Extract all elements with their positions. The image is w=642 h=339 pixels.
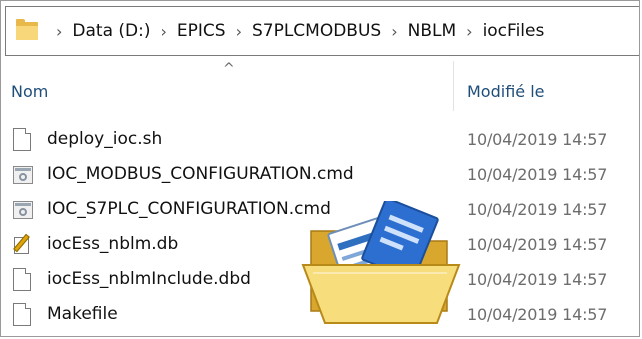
breadcrumb-epics[interactable]: EPICS (177, 21, 226, 41)
cmd-file-icon (13, 163, 33, 187)
explorer-window: › Data (D:) › EPICS › S7PLCMODBUS › NBLM… (0, 0, 640, 337)
open-folder-documents-icon (301, 201, 461, 324)
file-name: iocEss_nblm.db (47, 234, 179, 254)
file-row[interactable]: deploy_ioc.sh 10/04/2019 14:57 (1, 122, 639, 156)
file-row[interactable]: IOC_MODBUS_CONFIGURATION.cmd 10/04/2019 … (1, 157, 639, 191)
breadcrumb-separator[interactable]: › (391, 22, 397, 41)
sort-ascending-icon: ^ (223, 61, 235, 77)
file-name: iocEss_nblmInclude.dbd (47, 269, 251, 289)
breadcrumb-nblm[interactable]: NBLM (408, 21, 457, 41)
file-date: 10/04/2019 14:57 (467, 165, 608, 184)
file-name: IOC_MODBUS_CONFIGURATION.cmd (47, 164, 354, 184)
breadcrumb-separator[interactable]: › (466, 22, 472, 41)
breadcrumb-s7plcmodbus[interactable]: S7PLCMODBUS (252, 21, 381, 41)
db-file-icon (13, 233, 33, 257)
blank-file-icon (13, 128, 33, 152)
blank-file-icon (13, 303, 33, 327)
breadcrumb-separator[interactable]: › (236, 22, 242, 41)
address-bar[interactable]: › Data (D:) › EPICS › S7PLCMODBUS › NBLM… (5, 6, 639, 56)
blank-file-icon (13, 268, 33, 292)
breadcrumb-data-drive[interactable]: Data (D:) (72, 21, 150, 41)
column-header-name[interactable]: Nom (11, 82, 48, 101)
file-date: 10/04/2019 14:57 (467, 200, 608, 219)
folder-icon (16, 19, 38, 40)
cmd-file-icon (13, 198, 33, 222)
file-name: deploy_ioc.sh (47, 129, 163, 149)
file-date: 10/04/2019 14:57 (467, 130, 608, 149)
breadcrumb-iocfiles[interactable]: iocFiles (483, 21, 545, 41)
file-date: 10/04/2019 14:57 (467, 270, 608, 289)
column-header-date-modified[interactable]: Modifié le (467, 82, 545, 101)
file-date: 10/04/2019 14:57 (467, 305, 608, 324)
breadcrumb-separator[interactable]: › (160, 22, 166, 41)
column-divider[interactable] (453, 61, 454, 111)
breadcrumb-separator[interactable]: › (56, 22, 62, 41)
file-name: IOC_S7PLC_CONFIGURATION.cmd (47, 199, 331, 219)
file-date: 10/04/2019 14:57 (467, 235, 608, 254)
file-name: Makefile (47, 304, 118, 324)
